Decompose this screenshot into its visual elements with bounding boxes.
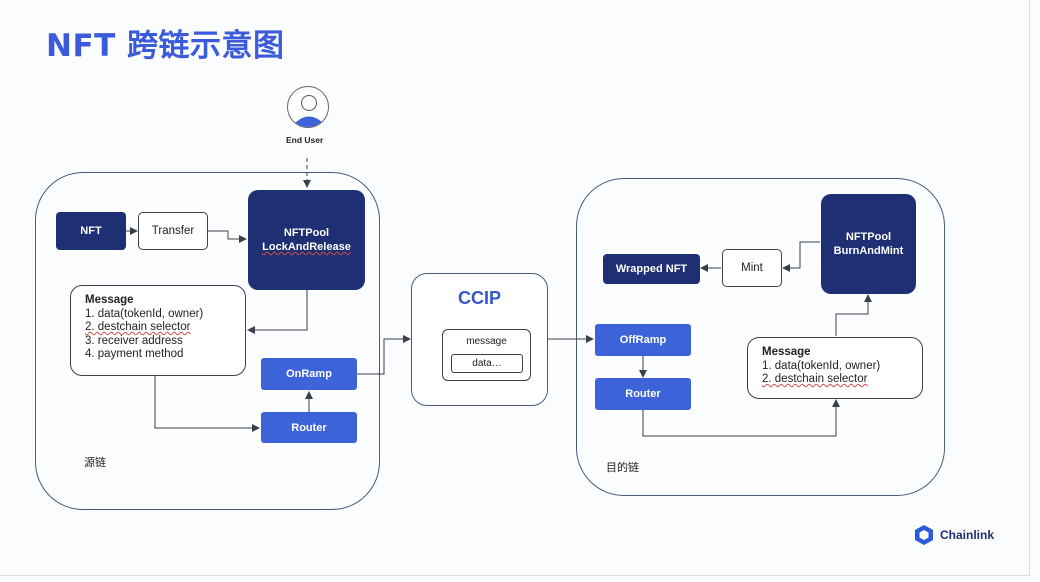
message-title: Message <box>85 294 134 306</box>
wrapped-nft-node: Wrapped NFT <box>603 254 700 284</box>
message-item: 2. destchain selector <box>85 321 191 333</box>
source-router-node: Router <box>261 412 357 443</box>
nft-node: NFT <box>56 212 126 250</box>
end-user-avatar <box>287 86 329 128</box>
ccip-data-box: data… <box>451 354 523 373</box>
message-item: 4. payment method <box>85 348 184 360</box>
pool-type-label: BurnAndMint <box>833 245 904 257</box>
nftpool-burn-mint-node: NFTPool BurnAndMint <box>821 194 916 294</box>
pool-name-label: NFTPool <box>283 227 330 239</box>
arrow-pool-to-message <box>247 290 308 334</box>
transfer-node: Transfer <box>138 212 208 250</box>
nftpool-lock-release-node: NFTPool LockAndRelease <box>248 190 365 290</box>
pool-type-label: LockAndRelease <box>262 241 351 253</box>
end-user-label: End User <box>286 135 324 145</box>
ccip-message-label: message <box>466 336 507 347</box>
arrow-transfer-to-pool <box>208 230 247 243</box>
ccip-title: CCIP <box>457 288 501 308</box>
user-icon <box>293 95 325 127</box>
arrow-message-to-router <box>154 376 260 432</box>
message-item: 1. data(tokenId, owner) <box>762 359 881 372</box>
message-item: 3. receiver address <box>85 334 183 347</box>
message-item: 2. destchain selector <box>762 373 868 385</box>
onramp-node: OnRamp <box>261 358 357 390</box>
pool-name-label: NFTPool <box>845 231 892 243</box>
chainlink-brand: Chainlink <box>914 524 994 546</box>
arrow-onramp-to-ccip <box>357 335 411 375</box>
dest-chain-label: 目的链 <box>606 462 639 474</box>
brand-name: Chainlink <box>940 528 995 542</box>
dest-router-node: Router <box>595 378 691 410</box>
message-item: 1. data(tokenId, owner) <box>85 307 204 320</box>
ccip-message-box: message data… <box>442 329 531 381</box>
message-title: Message <box>762 346 811 358</box>
mint-node: Mint <box>722 249 782 287</box>
source-chain-label: 源链 <box>84 457 106 469</box>
source-message-box: Message 1. data(tokenId, owner) 2. destc… <box>70 285 246 376</box>
offramp-node: OffRamp <box>595 324 691 356</box>
dest-message-box: Message 1. data(tokenId, owner) 2. destc… <box>747 337 923 399</box>
arrow-message-to-pool <box>835 294 872 336</box>
arrow-pool-to-mint <box>782 241 820 272</box>
chainlink-logo-icon <box>915 525 933 545</box>
ccip-box: CCIP message data… <box>411 273 548 406</box>
